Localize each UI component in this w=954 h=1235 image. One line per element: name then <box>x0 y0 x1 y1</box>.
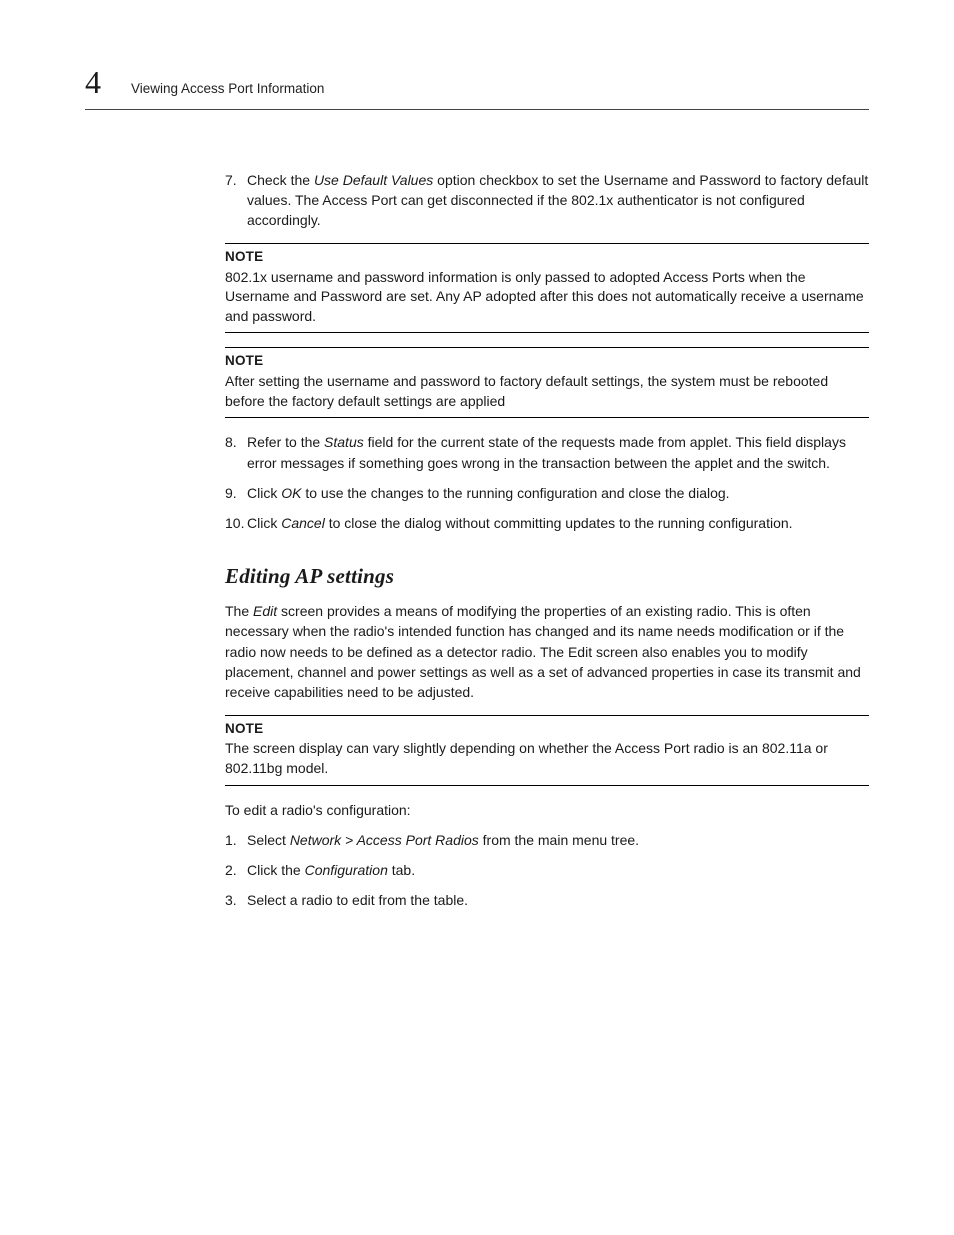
step-body: Click OK to use the changes to the runni… <box>247 483 869 503</box>
text: from the main menu tree. <box>479 832 639 848</box>
content-area: 7. Check the Use Default Values option c… <box>225 170 869 911</box>
step-number: 1. <box>225 830 247 850</box>
text: Select <box>247 832 290 848</box>
italic-text: Edit <box>253 603 277 619</box>
step-number: 10. <box>225 513 247 533</box>
steps-list-2: 8. Refer to the Status field for the cur… <box>225 432 869 533</box>
note-text: After setting the username and password … <box>225 372 869 411</box>
text: screen provides a means of modifying the… <box>225 603 861 700</box>
steps-list-3: 1. Select Network > Access Port Radios f… <box>225 830 869 911</box>
step-number: 8. <box>225 432 247 473</box>
step-body: Select a radio to edit from the table. <box>247 890 869 910</box>
step-number: 7. <box>225 170 247 231</box>
italic-text: Status <box>324 434 364 450</box>
text: Click <box>247 515 281 531</box>
text: Check the <box>247 172 314 188</box>
edit-intro: To edit a radio's configuration: <box>225 800 869 820</box>
note-text: 802.1x username and password information… <box>225 268 869 327</box>
text: tab. <box>388 862 415 878</box>
section-intro: The Edit screen provides a means of modi… <box>225 601 869 702</box>
text: to close the dialog without committing u… <box>325 515 793 531</box>
italic-text: Network > Access Port Radios <box>290 832 479 848</box>
step-number: 3. <box>225 890 247 910</box>
note-block-1: NOTE 802.1x username and password inform… <box>225 243 869 334</box>
steps-list-1: 7. Check the Use Default Values option c… <box>225 170 869 231</box>
step-body: Click Cancel to close the dialog without… <box>247 513 869 533</box>
page-root: 4 Viewing Access Port Information 7. Che… <box>0 0 954 1001</box>
note-label: NOTE <box>225 352 869 371</box>
chapter-number: 4 <box>85 60 101 105</box>
step-number: 9. <box>225 483 247 503</box>
text: Select a radio to edit from the table. <box>247 892 468 908</box>
header-row: 4 Viewing Access Port Information <box>85 60 869 105</box>
list-item: 3. Select a radio to edit from the table… <box>225 890 869 910</box>
step-body: Click the Configuration tab. <box>247 860 869 880</box>
step-number: 2. <box>225 860 247 880</box>
text: Click <box>247 485 281 501</box>
step-body: Refer to the Status field for the curren… <box>247 432 869 473</box>
note-label: NOTE <box>225 720 869 739</box>
list-item: 1. Select Network > Access Port Radios f… <box>225 830 869 850</box>
text: Refer to the <box>247 434 324 450</box>
note-block-2: NOTE After setting the username and pass… <box>225 347 869 418</box>
list-item: 9. Click OK to use the changes to the ru… <box>225 483 869 503</box>
list-item: 8. Refer to the Status field for the cur… <box>225 432 869 473</box>
list-item: 7. Check the Use Default Values option c… <box>225 170 869 231</box>
italic-text: Use Default Values <box>314 172 433 188</box>
text: to use the changes to the running config… <box>301 485 729 501</box>
header-title: Viewing Access Port Information <box>131 80 324 99</box>
step-body: Check the Use Default Values option chec… <box>247 170 869 231</box>
text: The <box>225 603 253 619</box>
italic-text: Configuration <box>305 862 388 878</box>
page-header: 4 Viewing Access Port Information <box>85 60 869 110</box>
note-block-3: NOTE The screen display can vary slightl… <box>225 715 869 786</box>
list-item: 2. Click the Configuration tab. <box>225 860 869 880</box>
note-text: The screen display can vary slightly dep… <box>225 739 869 778</box>
step-body: Select Network > Access Port Radios from… <box>247 830 869 850</box>
italic-text: Cancel <box>281 515 325 531</box>
list-item: 10. Click Cancel to close the dialog wit… <box>225 513 869 533</box>
text: Click the <box>247 862 305 878</box>
section-heading: Editing AP settings <box>225 562 869 591</box>
italic-text: OK <box>281 485 301 501</box>
note-label: NOTE <box>225 248 869 267</box>
